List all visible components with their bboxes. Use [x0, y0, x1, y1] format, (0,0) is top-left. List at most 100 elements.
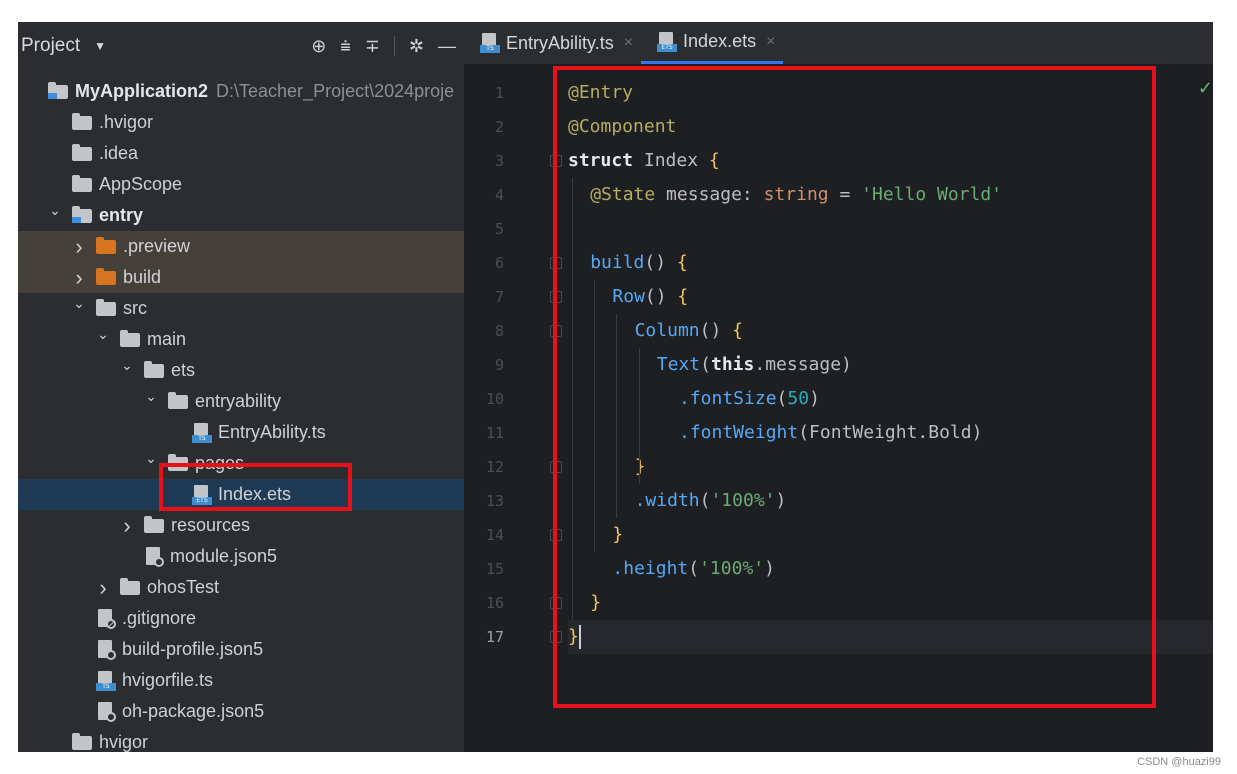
- tree-item[interactable]: ⌄ entryability: [18, 386, 464, 417]
- tree-item-label: .hvigor: [99, 112, 154, 132]
- tree-item[interactable]: build-profile.json5: [18, 634, 464, 665]
- ignore-shape: [106, 618, 116, 629]
- chevron-down-icon[interactable]: ⌄: [142, 388, 160, 405]
- json-file-icon: [144, 546, 164, 567]
- module-folder-icon: [48, 81, 68, 99]
- editor-tab-bar: TS EntryAbility.ts × ETS Index.ets ×: [464, 22, 1213, 64]
- line-number: 12: [485, 458, 504, 476]
- tree-item[interactable]: MyApplication2 D:\Teacher_Project\2024pro…: [18, 76, 464, 107]
- collapse-all-icon[interactable]: ⩧: [340, 37, 351, 55]
- chevron-down-icon[interactable]: ⌄: [142, 450, 160, 467]
- line-number: 9: [494, 356, 504, 374]
- tree-item-label: entryability: [195, 391, 282, 411]
- json-file-icon: [96, 701, 116, 722]
- tree-item-label: EntryAbility.ts: [218, 422, 326, 442]
- highlight-box-index-file: [159, 463, 352, 511]
- line-number: 1: [494, 84, 504, 102]
- file-type-tag: TS: [192, 434, 212, 443]
- json-file-icon: [96, 639, 116, 660]
- tree-item[interactable]: oh-package.json5: [18, 696, 464, 727]
- line-number: 16: [485, 594, 504, 612]
- excluded-folder-icon: [96, 236, 116, 254]
- tree-item-label: ets: [171, 360, 196, 380]
- ets-file-icon: ETS: [657, 31, 678, 52]
- editor-tab[interactable]: ETS Index.ets ×: [641, 22, 784, 64]
- chevron-down-icon[interactable]: ⌄: [46, 202, 64, 219]
- line-number: 7: [494, 288, 504, 306]
- checkmark-icon[interactable]: ✓: [1198, 78, 1213, 99]
- tree-item[interactable]: .idea: [18, 138, 464, 169]
- line-number: 2: [494, 118, 504, 136]
- tree-item-label: MyApplication2: [75, 81, 209, 101]
- project-toolbar: ⊕ ⩧ ∓ ✲ —: [311, 22, 456, 70]
- folder-icon: [72, 174, 92, 192]
- tree-item[interactable]: › resources: [18, 510, 464, 541]
- gear-icon[interactable]: ✲: [409, 37, 424, 55]
- project-panel: Project ▼ ⊕ ⩧ ∓ ✲ — MyApplication2 D:\Tea…: [18, 22, 464, 752]
- chevron-down-icon[interactable]: ⌄: [118, 357, 136, 374]
- tree-item[interactable]: ⌄ main: [18, 324, 464, 355]
- tree-item[interactable]: .hvigor: [18, 107, 464, 138]
- chevron-right-icon[interactable]: ›: [94, 575, 112, 601]
- line-number: 15: [485, 560, 504, 578]
- tree-item-label: AppScope: [99, 174, 183, 194]
- tree-item-label: src: [123, 298, 147, 318]
- tree-item[interactable]: AppScope: [18, 169, 464, 200]
- highlight-box-code: [553, 66, 1156, 708]
- project-path: D:\Teacher_Project\2024proje: [216, 81, 455, 101]
- ts-file-icon: TS: [192, 422, 212, 443]
- ts-file-icon: TS: [480, 33, 500, 53]
- module-folder-icon: [72, 205, 92, 223]
- line-number-gutter: 1 2 3 4 5 6 7 8 9 10 11 12 13 14 15 16 17: [464, 70, 562, 752]
- file-type-tag: TS: [96, 682, 116, 691]
- chevron-right-icon[interactable]: ›: [118, 513, 136, 539]
- json-gear-shape: [154, 556, 164, 567]
- file-type-tag: TS: [480, 45, 500, 53]
- tree-item[interactable]: ⌄ ets: [18, 355, 464, 386]
- project-view-selector[interactable]: Project: [21, 35, 80, 57]
- tree-item[interactable]: module.json5: [18, 541, 464, 572]
- line-number: 3: [494, 152, 504, 170]
- close-icon[interactable]: ×: [766, 33, 775, 51]
- tree-item-label: module.json5: [170, 546, 278, 566]
- line-number: 5: [494, 220, 504, 238]
- file-type-tag: ETS: [657, 43, 678, 52]
- folder-icon: [168, 391, 188, 409]
- tree-item[interactable]: TS hvigorfile.ts: [18, 665, 464, 696]
- chevron-down-icon[interactable]: ⌄: [70, 295, 88, 312]
- tree-item[interactable]: › build: [18, 262, 464, 293]
- editor-tab-label: Index.ets: [683, 31, 757, 51]
- ts-file-icon: TS: [96, 670, 116, 691]
- tree-item[interactable]: › .preview: [18, 231, 464, 262]
- chevron-down-icon[interactable]: ⌄: [94, 326, 112, 343]
- ignore-file-icon: [96, 608, 116, 629]
- editor-tab[interactable]: TS EntryAbility.ts ×: [464, 22, 641, 64]
- tree-item-label: hvigor: [99, 732, 149, 752]
- excluded-folder-icon: [96, 267, 116, 285]
- tree-item-label: resources: [171, 515, 251, 535]
- tree-item[interactable]: ⌄ entry: [18, 200, 464, 231]
- expand-all-icon[interactable]: ∓: [365, 37, 380, 55]
- tree-item-label: .idea: [99, 143, 139, 163]
- tree-item-label: ohosTest: [147, 577, 220, 597]
- toolbar-divider: [393, 36, 395, 56]
- chevron-down-icon[interactable]: ▼: [94, 39, 106, 53]
- json-gear-shape: [106, 711, 116, 722]
- line-number: 17: [485, 628, 504, 646]
- chevron-right-icon[interactable]: ›: [70, 234, 88, 260]
- tree-item[interactable]: hvigor: [18, 727, 464, 752]
- editor-tab-label: EntryAbility.ts: [506, 32, 614, 53]
- tree-item[interactable]: ⌄ src: [18, 293, 464, 324]
- crosshair-icon[interactable]: ⊕: [311, 37, 326, 55]
- tree-item[interactable]: .gitignore: [18, 603, 464, 634]
- tree-item-label: build: [123, 267, 162, 287]
- line-number: 14: [485, 526, 504, 544]
- tree-item[interactable]: TS EntryAbility.ts: [18, 417, 464, 448]
- folder-icon: [144, 360, 164, 378]
- folder-icon: [120, 577, 140, 595]
- project-panel-header: Project ▼ ⊕ ⩧ ∓ ✲ —: [18, 22, 464, 70]
- tree-item[interactable]: › ohosTest: [18, 572, 464, 603]
- minimize-icon[interactable]: —: [438, 37, 456, 55]
- close-icon[interactable]: ×: [624, 34, 633, 52]
- chevron-right-icon[interactable]: ›: [70, 265, 88, 291]
